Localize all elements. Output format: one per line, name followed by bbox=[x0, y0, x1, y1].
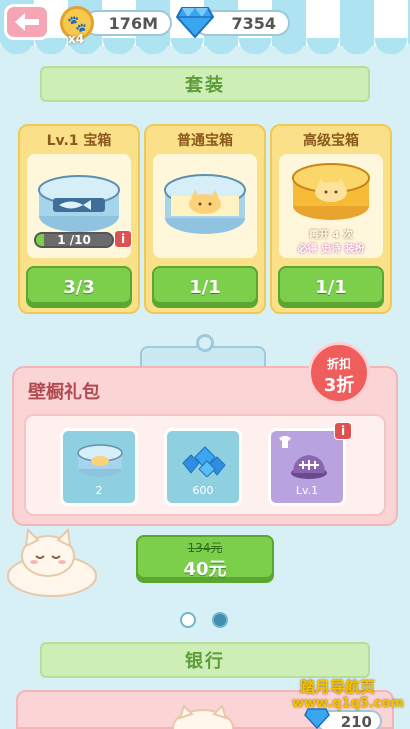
chest-title: 高级宝箱 bbox=[303, 133, 359, 149]
chest-card-premium: 高级宝箱 再开 4 次 必得 史诗 装扮 1/1 bbox=[270, 124, 392, 314]
pager-dot-1[interactable] bbox=[180, 612, 196, 628]
coin-multiplier: x4 bbox=[68, 32, 85, 46]
pack-item-label: Lv.1 bbox=[295, 484, 319, 497]
open-chest-lv1-button[interactable]: 3/3 bbox=[26, 266, 132, 308]
chest-card-normal: 普通宝箱 1/1 bbox=[144, 124, 266, 314]
hanger-hook bbox=[196, 334, 214, 352]
info-icon[interactable]: i bbox=[114, 230, 132, 248]
shirt-icon bbox=[279, 436, 291, 448]
pack-item-cat-can[interactable]: 2 bbox=[60, 428, 138, 506]
chest-progress-text: 1 /10 bbox=[57, 233, 91, 247]
original-price: 134元 bbox=[187, 541, 223, 555]
awning-scallop bbox=[0, 38, 410, 54]
gem-pile-icon bbox=[182, 446, 226, 477]
cat-can-icon bbox=[164, 174, 246, 234]
info-icon[interactable]: i bbox=[334, 422, 352, 440]
chest-image-area bbox=[153, 154, 257, 258]
bank-gem-value: 210 bbox=[340, 713, 372, 729]
chest-card-lv1: Lv.1 宝箱 1 /10 i 3/3 bbox=[18, 124, 140, 314]
discount-badge: 折扣 3折 bbox=[308, 342, 370, 404]
sleeping-cat-icon bbox=[7, 527, 97, 597]
back-button[interactable] bbox=[4, 4, 50, 40]
chest-image-area: 再开 4 次 必得 史诗 装扮 bbox=[279, 154, 383, 258]
wall-pack-title: 壁橱礼包 bbox=[28, 382, 100, 403]
discount-value: 3折 bbox=[323, 375, 355, 396]
set-section-title: 套装 bbox=[185, 75, 225, 96]
chest-title: Lv.1 宝箱 bbox=[46, 133, 112, 149]
premium-note-line2: 必得 史诗 装扮 bbox=[297, 244, 365, 255]
bank-section-title: 银行 bbox=[185, 651, 225, 672]
open-chest-premium-button[interactable]: 1/1 bbox=[278, 266, 384, 308]
cat-can-icon bbox=[77, 444, 123, 477]
blue-gem-icon bbox=[176, 7, 214, 38]
buy-pack-button[interactable]: 134元 40元 bbox=[136, 535, 274, 583]
pager-dot-2[interactable] bbox=[212, 612, 228, 628]
set-section-banner: 套装 bbox=[40, 66, 370, 102]
coin-counter: 176M bbox=[84, 10, 172, 36]
chest-title: 普通宝箱 bbox=[177, 133, 233, 149]
gem-value: 7354 bbox=[231, 13, 276, 33]
bank-section-banner: 银行 bbox=[40, 642, 370, 678]
golden-cat-can-icon bbox=[292, 163, 370, 220]
fish-bone-dish-icon bbox=[291, 455, 327, 479]
coin-value: 176M bbox=[108, 13, 158, 33]
pack-item-dish[interactable]: Lv.1 bbox=[268, 428, 346, 506]
back-arrow-icon bbox=[15, 13, 39, 31]
open-chest-normal-button[interactable]: 1/1 bbox=[152, 266, 258, 308]
pack-item-gems[interactable]: 600 bbox=[164, 428, 242, 506]
sale-price: 40元 bbox=[183, 559, 227, 580]
pack-item-label: 600 bbox=[192, 484, 214, 497]
discount-label: 折扣 bbox=[326, 357, 351, 371]
pack-item-label: 2 bbox=[95, 484, 103, 497]
cat-head-icon bbox=[172, 704, 234, 729]
premium-note-line1: 再开 4 次 bbox=[309, 230, 353, 241]
blue-gem-icon bbox=[304, 708, 330, 729]
watermark-line1: 踏月导航页 bbox=[300, 678, 376, 696]
watermark-line2: www.q1q5.com bbox=[292, 696, 404, 711]
fish-can-icon bbox=[38, 175, 120, 232]
chest-progress-bar: 1 /10 bbox=[34, 232, 114, 248]
